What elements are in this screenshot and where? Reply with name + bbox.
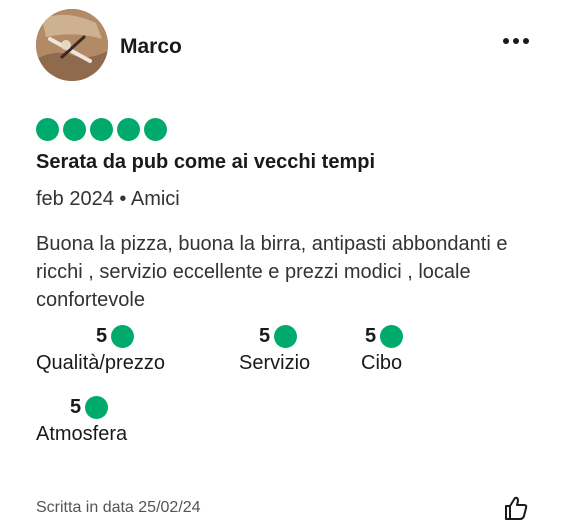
- subrating-value: 5: [259, 325, 271, 347]
- author-name[interactable]: Marco: [120, 35, 182, 59]
- subrating-service: 5 Servizio: [239, 325, 339, 375]
- subrating-food: 5 Cibo: [361, 325, 441, 375]
- rating-bubble-icon: [111, 325, 135, 348]
- subrating-label: Qualità/prezzo: [36, 352, 165, 374]
- helpful-button[interactable]: [503, 495, 529, 521]
- rating-bubble-icon: [144, 118, 167, 141]
- subrating-label: Cibo: [361, 352, 403, 374]
- written-date: Scritta in data 25/02/24: [36, 499, 201, 516]
- rating-bubble-icon: [36, 118, 59, 141]
- subrating-value: 5: [70, 396, 82, 418]
- review-meta: feb 2024 • Amici: [36, 188, 180, 210]
- subrating-label: Atmosfera: [36, 423, 128, 445]
- rating-bubble-icon: [85, 396, 109, 419]
- rating-bubble-icon: [63, 118, 86, 141]
- rating-bubble-icon: [380, 325, 404, 348]
- more-options-icon: [503, 38, 509, 44]
- bubble-rating: [36, 118, 167, 141]
- rating-bubble-icon: [90, 118, 113, 141]
- more-options-button[interactable]: [498, 26, 534, 56]
- subrating-value: 5: [365, 325, 377, 347]
- review-title[interactable]: Serata da pub come ai vecchi tempi: [36, 151, 375, 174]
- subrating-atmosphere: 5 Atmosfera: [36, 396, 166, 446]
- subrating-label: Servizio: [239, 352, 311, 374]
- rating-bubble-icon: [117, 118, 140, 141]
- review-text: Buona la pizza, buona la birra, antipast…: [36, 233, 508, 311]
- rating-bubble-icon: [274, 325, 298, 348]
- avatar[interactable]: [36, 9, 108, 81]
- subrating-value: 5: [96, 325, 108, 347]
- subrating-value-for-money: 5 Qualità/prezzo: [36, 325, 206, 375]
- thumbs-up-icon: [505, 496, 528, 520]
- avatar-photo: [36, 9, 108, 81]
